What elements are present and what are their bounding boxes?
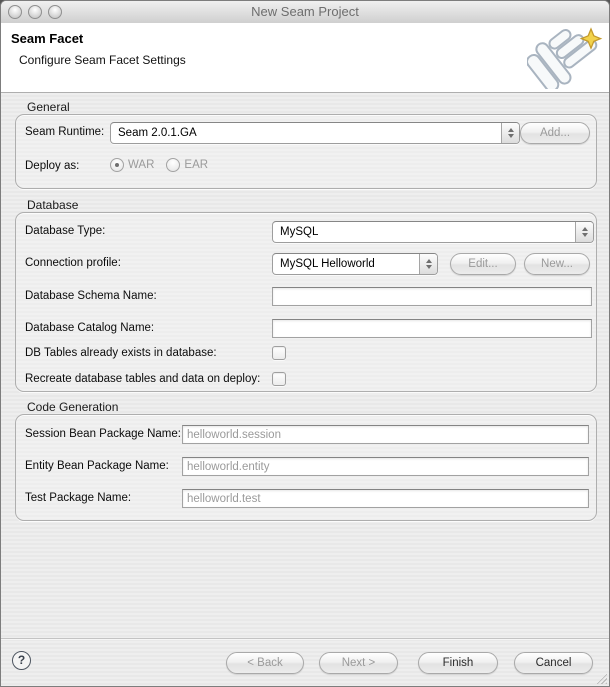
general-group-label: General — [27, 100, 70, 114]
finish-button[interactable]: Finish — [418, 652, 498, 674]
ear-label: EAR — [184, 159, 208, 171]
radio-war-icon[interactable] — [110, 158, 124, 172]
help-button[interactable]: ? — [12, 651, 31, 670]
deploy-ear-radio[interactable]: EAR — [166, 158, 208, 172]
wizard-header: Seam Facet Configure Seam Facet Settings — [1, 23, 609, 93]
entity-bean-input[interactable] — [182, 457, 589, 476]
combo-stepper-icon[interactable] — [575, 222, 593, 242]
database-group: Database Type: MySQL Connection profile:… — [15, 212, 597, 392]
combo-stepper-icon[interactable] — [501, 123, 519, 143]
radio-ear-icon[interactable] — [166, 158, 180, 172]
footer-divider — [1, 638, 609, 639]
tables-exist-label: DB Tables already exists in database: — [25, 347, 217, 359]
combo-stepper-icon[interactable] — [419, 254, 437, 274]
deploy-war-radio[interactable]: WAR — [110, 158, 154, 172]
edit-button[interactable]: Edit... — [450, 253, 516, 275]
cancel-button[interactable]: Cancel — [514, 652, 593, 674]
seam-runtime-label: Seam Runtime: — [25, 126, 104, 138]
general-group: Seam Runtime: Seam 2.0.1.GA Add... Deplo… — [15, 114, 597, 189]
next-button[interactable]: Next > — [319, 652, 398, 674]
test-package-label: Test Package Name: — [25, 492, 131, 504]
war-label: WAR — [128, 159, 154, 171]
session-bean-label: Session Bean Package Name: — [25, 428, 181, 440]
codegen-group-label: Code Generation — [27, 400, 118, 414]
resize-grip[interactable] — [594, 671, 607, 684]
catalog-name-label: Database Catalog Name: — [25, 322, 154, 334]
add-button[interactable]: Add... — [520, 122, 590, 144]
schema-name-input[interactable] — [272, 287, 592, 306]
deploy-as-label: Deploy as: — [25, 160, 79, 172]
seam-stack-icon — [527, 25, 605, 94]
tables-exist-checkbox[interactable] — [272, 346, 286, 360]
wizard-window: New Seam Project Seam Facet Configure Se… — [0, 0, 610, 687]
new-button[interactable]: New... — [524, 253, 590, 275]
recreate-tables-label: Recreate database tables and data on dep… — [25, 373, 260, 385]
database-type-value: MySQL — [273, 222, 575, 242]
connection-profile-label: Connection profile: — [25, 257, 121, 269]
titlebar: New Seam Project — [1, 1, 609, 24]
seam-runtime-combo[interactable]: Seam 2.0.1.GA — [110, 122, 520, 144]
window-title: New Seam Project — [1, 4, 609, 19]
codegen-group: Session Bean Package Name: Entity Bean P… — [15, 414, 597, 521]
back-button[interactable]: < Back — [226, 652, 304, 674]
seam-runtime-value: Seam 2.0.1.GA — [111, 123, 501, 143]
connection-profile-value: MySQL Helloworld — [273, 254, 419, 274]
connection-profile-combo[interactable]: MySQL Helloworld — [272, 253, 438, 275]
test-package-input[interactable] — [182, 489, 589, 508]
catalog-name-input[interactable] — [272, 319, 592, 338]
recreate-tables-checkbox[interactable] — [272, 372, 286, 386]
database-type-label: Database Type: — [25, 225, 105, 237]
schema-name-label: Database Schema Name: — [25, 290, 157, 302]
database-type-combo[interactable]: MySQL — [272, 221, 594, 243]
page-subtitle: Configure Seam Facet Settings — [19, 53, 186, 67]
page-title: Seam Facet — [11, 31, 83, 46]
session-bean-input[interactable] — [182, 425, 589, 444]
database-group-label: Database — [27, 198, 78, 212]
entity-bean-label: Entity Bean Package Name: — [25, 460, 169, 472]
